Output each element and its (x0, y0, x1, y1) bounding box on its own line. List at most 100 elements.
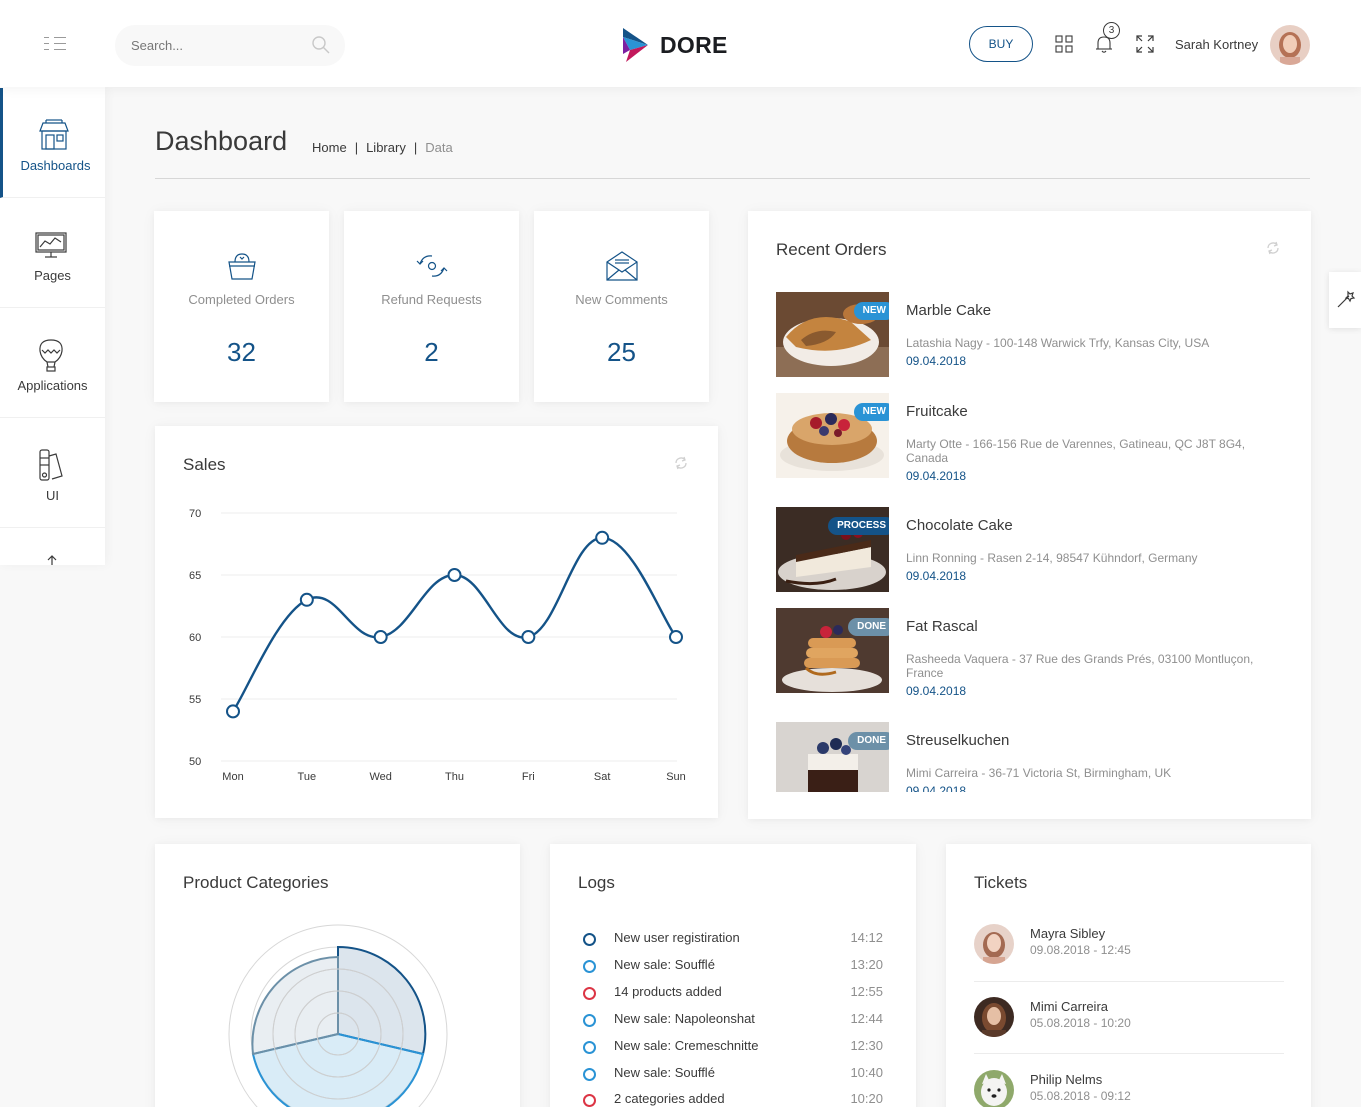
log-status-dot (583, 1041, 596, 1054)
order-item[interactable]: DONE Streuselkuchen Mimi Carreira - 36-7… (776, 722, 1296, 792)
logo-icon (623, 28, 648, 62)
search-icon[interactable] (311, 35, 331, 55)
top-navbar: DORE BUY 3 Sarah Kortney (0, 0, 1361, 87)
x-tick-label: Mon (222, 771, 243, 783)
order-thumbnail: NEW (776, 292, 889, 377)
sales-data-point[interactable] (226, 704, 240, 719)
stat-card-refund-requests[interactable]: Refund Requests 2 (344, 211, 519, 402)
menu-icon (44, 37, 66, 50)
logs-title: Logs (578, 873, 615, 892)
breadcrumb-separator: | (413, 140, 418, 155)
sales-data-point[interactable] (373, 630, 388, 644)
search-input[interactable] (131, 25, 311, 66)
sidebar-item-label: Applications (17, 378, 88, 393)
sales-data-point[interactable] (447, 568, 462, 582)
order-item[interactable]: NEW Marble Cake Latashia Nagy - 100-148 … (776, 292, 1296, 377)
order-status-badge: PROCESS (828, 517, 889, 535)
user-avatar[interactable] (1270, 25, 1310, 65)
x-tick-label: Fri (522, 771, 535, 783)
order-item[interactable]: PROCESS Chocolate Cake Linn Ronning - Ra… (776, 507, 1296, 592)
log-text: New sale: Soufflé (614, 1065, 715, 1080)
log-status-dot (583, 1094, 596, 1107)
y-tick-label: 65 (189, 570, 201, 582)
magic-wand-icon (1337, 290, 1356, 308)
stat-card-completed-orders[interactable]: Completed Orders 32 (154, 211, 329, 402)
air-balloon-icon (39, 339, 63, 372)
monitor-chart-icon (35, 232, 67, 258)
ticket-item[interactable]: Philip Nelms 05.08.2018 - 09:12 (974, 1070, 1284, 1107)
sidebar-item-dashboards[interactable]: Dashboards (0, 88, 105, 198)
sales-data-point[interactable] (595, 530, 610, 545)
ticket-avatar (974, 924, 1014, 964)
order-thumbnail: DONE (776, 608, 889, 693)
sales-series-line (231, 536, 677, 713)
order-address: Linn Ronning - Rasen 2-14, 98547 Kühndor… (906, 551, 1198, 565)
order-thumbnail: NEW (776, 393, 889, 478)
log-item: New sale: Soufflé 10:40 (583, 1065, 883, 1085)
sidebar-item-applications[interactable]: Applications (0, 308, 105, 418)
sidebar-item-label: UI (46, 488, 59, 503)
menu-toggle-button[interactable] (42, 35, 68, 51)
x-tick-label: Sun (666, 771, 686, 783)
log-status-dot (583, 1068, 596, 1081)
buy-button[interactable]: BUY (969, 26, 1033, 62)
ticket-avatar-image (974, 1070, 1014, 1107)
ticket-separator (974, 981, 1284, 982)
stat-value: 25 (607, 337, 636, 367)
log-time: 12:55 (850, 984, 883, 999)
log-status-dot (583, 933, 596, 946)
brand-logo[interactable]: DORE (620, 26, 728, 64)
stat-label: Refund Requests (381, 292, 482, 307)
order-item[interactable]: DONE Fat Rascal Rasheeda Vaquera - 37 Ru… (776, 608, 1296, 708)
breadcrumb-separator: | (354, 140, 359, 155)
stat-value: 2 (424, 337, 439, 367)
stat-value: 32 (227, 337, 256, 367)
main-sidebar: Dashboards Pages Applications UI (0, 87, 105, 565)
user-name[interactable]: Sarah Kortney (1175, 37, 1258, 52)
order-thumbnail: PROCESS (776, 507, 889, 592)
log-time: 14:12 (850, 930, 883, 945)
order-date: 09.04.2018 (906, 784, 967, 792)
ticket-item[interactable]: Mimi Carreira 05.08.2018 - 10:20 (974, 997, 1284, 1057)
arrow-up-icon[interactable] (44, 555, 60, 565)
sales-data-point[interactable] (299, 592, 314, 607)
sales-data-point[interactable] (521, 630, 536, 644)
pantone-icon (39, 449, 63, 481)
user-avatar-image (1270, 25, 1310, 65)
order-status-badge: NEW (853, 403, 889, 421)
stat-card-new-comments[interactable]: New Comments 25 (534, 211, 709, 402)
order-thumbnail: DONE (776, 722, 889, 792)
page-title: Dashboard (155, 126, 288, 156)
apps-grid-icon[interactable] (1053, 33, 1075, 55)
notification-badge: 3 (1103, 22, 1120, 39)
order-date: 09.04.2018 (906, 569, 967, 583)
log-item: New sale: Cremeschnitte 12:30 (583, 1038, 883, 1058)
sidebar-item-ui[interactable]: UI (0, 418, 105, 528)
sales-card: Sales 70 65 60 55 50 Mon Tue Wed Thu Fri Sat Sun (155, 426, 718, 818)
sidebar-item-pages[interactable]: Pages (0, 198, 105, 308)
sales-line-chart: 70 65 60 55 50 Mon Tue Wed Thu Fri Sat Sun (189, 508, 686, 783)
breadcrumb-library[interactable]: Library (366, 140, 406, 155)
log-item: New sale: Napoleonshat 12:44 (583, 1011, 883, 1031)
fullscreen-icon[interactable] (1134, 33, 1156, 55)
y-tick-label: 70 (189, 508, 201, 520)
order-name: Streuselkuchen (906, 732, 1010, 749)
order-item[interactable]: NEW Fruitcake Marty Otte - 166-156 Rue d… (776, 393, 1296, 493)
order-date: 09.04.2018 (906, 354, 967, 368)
theme-settings-button[interactable] (1329, 272, 1361, 328)
log-status-dot (583, 987, 596, 1000)
log-text: New sale: Soufflé (614, 957, 715, 972)
order-address: Mimi Carreira - 36-71 Victoria St, Birmi… (906, 766, 1172, 780)
order-date: 09.04.2018 (906, 684, 967, 698)
ticket-date: 05.08.2018 - 09:12 (1030, 1089, 1131, 1103)
ticket-avatar-image (974, 924, 1014, 964)
ticket-date: 09.08.2018 - 12:45 (1030, 943, 1131, 957)
refresh-icon[interactable] (1265, 240, 1281, 256)
breadcrumb-data: Data (425, 140, 453, 155)
ticket-item[interactable]: Mayra Sibley 09.08.2018 - 12:45 (974, 924, 1284, 984)
sales-data-point[interactable] (669, 630, 683, 644)
brand-name: DORE (660, 31, 728, 58)
sidebar-item-label: Pages (34, 268, 71, 283)
breadcrumb-home[interactable]: Home (312, 140, 347, 155)
order-name: Fruitcake (906, 403, 968, 420)
